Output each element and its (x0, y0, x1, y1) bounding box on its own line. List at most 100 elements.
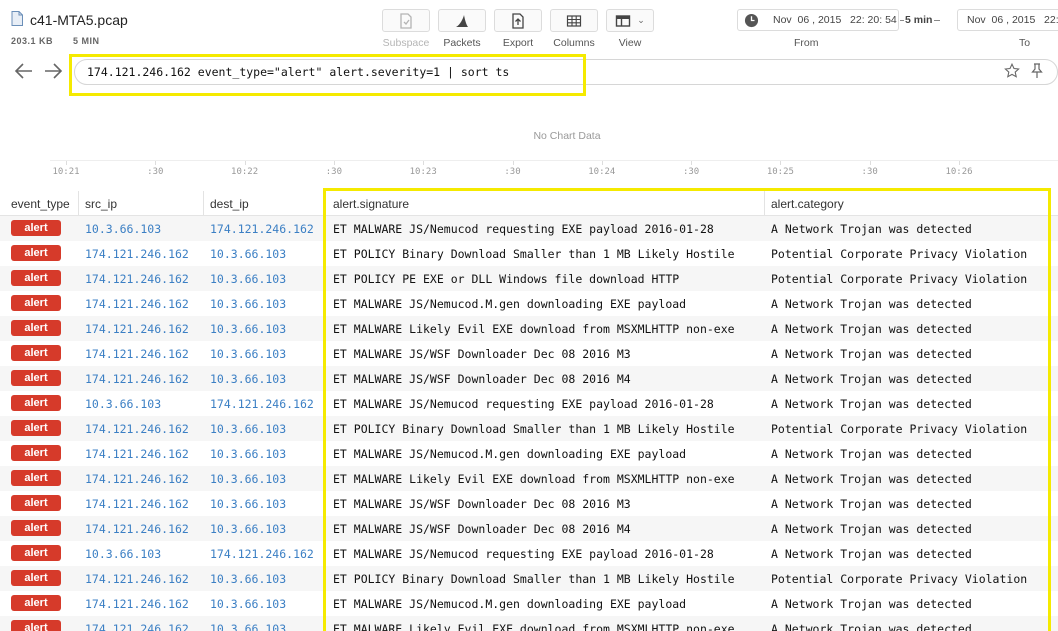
event-type-badge[interactable]: alert (11, 345, 61, 361)
file-size: 203.1 KB (11, 36, 54, 46)
to-time-picker[interactable]: Nov 06 , 2015 22: 25 (957, 9, 1058, 31)
src-ip-cell[interactable]: 174.121.246.162 (85, 247, 189, 261)
dest-ip-cell[interactable]: 10.3.66.103 (210, 297, 286, 311)
event-type-badge[interactable]: alert (11, 520, 61, 536)
axis-tick-mark (244, 161, 246, 165)
column-header-event-type[interactable]: event_type (11, 197, 70, 211)
back-arrow-icon[interactable] (14, 62, 34, 80)
from-time-picker[interactable]: Nov 06 , 2015 22: 20: 54 (737, 9, 899, 31)
column-header-src-ip[interactable]: src_ip (85, 197, 117, 211)
event-type-badge[interactable]: alert (11, 320, 61, 336)
src-ip-cell[interactable]: 174.121.246.162 (85, 597, 189, 611)
axis-tick-label: 10:25 (766, 167, 794, 177)
dest-ip-cell[interactable]: 10.3.66.103 (210, 522, 286, 536)
axis-tick-mark (333, 161, 335, 165)
file-meta: 203.1 KB 5 MIN (11, 36, 117, 46)
src-ip-cell[interactable]: 174.121.246.162 (85, 272, 189, 286)
axis-tick-label: :30 (504, 167, 521, 177)
event-type-badge[interactable]: alert (11, 445, 61, 461)
dest-ip-cell[interactable]: 10.3.66.103 (210, 347, 286, 361)
subspace-button[interactable] (382, 9, 430, 32)
dest-ip-cell[interactable]: 10.3.66.103 (210, 622, 286, 631)
src-ip-cell[interactable]: 10.3.66.103 (85, 397, 161, 411)
event-type-badge[interactable]: alert (11, 220, 61, 236)
src-ip-cell[interactable]: 174.121.246.162 (85, 447, 189, 461)
shark-fin-icon (456, 14, 468, 27)
pcap-file-icon (11, 11, 23, 26)
src-ip-cell[interactable]: 174.121.246.162 (85, 297, 189, 311)
search-highlight-box (69, 54, 586, 96)
star-icon[interactable] (1004, 63, 1020, 79)
event-type-badge[interactable]: alert (11, 295, 61, 311)
dest-ip-cell[interactable]: 10.3.66.103 (210, 272, 286, 286)
axis-tick-mark (66, 161, 67, 165)
src-ip-cell[interactable]: 10.3.66.103 (85, 222, 161, 236)
dest-ip-cell[interactable]: 10.3.66.103 (210, 497, 286, 511)
export-button[interactable] (494, 9, 542, 32)
columns-button[interactable] (550, 9, 598, 32)
forward-arrow-icon[interactable] (43, 62, 63, 80)
table-highlight-box (323, 188, 1051, 631)
export-icon (512, 12, 524, 29)
columns-icon (566, 14, 582, 27)
src-ip-cell[interactable]: 174.121.246.162 (85, 472, 189, 486)
event-type-badge[interactable]: alert (11, 470, 61, 486)
src-ip-cell[interactable]: 174.121.246.162 (85, 622, 189, 631)
src-ip-cell[interactable]: 174.121.246.162 (85, 322, 189, 336)
event-type-badge[interactable]: alert (11, 570, 61, 586)
view-layout-icon (616, 14, 631, 27)
pin-icon[interactable] (1030, 63, 1044, 79)
axis-tick-label: 10:24 (588, 167, 616, 177)
event-type-badge[interactable]: alert (11, 495, 61, 511)
event-type-badge[interactable]: alert (11, 370, 61, 386)
packets-button[interactable] (438, 9, 486, 32)
src-ip-cell[interactable]: 174.121.246.162 (85, 522, 189, 536)
src-ip-cell[interactable]: 174.121.246.162 (85, 572, 189, 586)
axis-tick-label: :30 (861, 167, 878, 177)
dest-ip-cell[interactable]: 174.121.246.162 (210, 547, 314, 561)
event-type-badge[interactable]: alert (11, 270, 61, 286)
dest-ip-cell[interactable]: 174.121.246.162 (210, 397, 314, 411)
column-header-dest-ip[interactable]: dest_ip (210, 197, 249, 211)
axis-tick-label: :30 (325, 167, 343, 177)
dest-ip-cell[interactable]: 10.3.66.103 (210, 572, 286, 586)
axis-tick-mark (423, 161, 425, 165)
event-type-badge[interactable]: alert (11, 245, 61, 261)
src-ip-cell[interactable]: 174.121.246.162 (85, 372, 189, 386)
src-ip-cell[interactable]: 174.121.246.162 (85, 347, 189, 361)
axis-tick-mark (512, 161, 514, 165)
to-time-value: Nov 06 , 2015 22: 25 (967, 14, 1058, 26)
axis-tick-label: 10:26 (945, 167, 973, 177)
dest-ip-cell[interactable]: 10.3.66.103 (210, 247, 286, 261)
dest-ip-cell[interactable]: 10.3.66.103 (210, 472, 286, 486)
from-time-value: Nov 06 , 2015 22: 20: 54 (773, 14, 897, 26)
event-type-badge[interactable]: alert (11, 395, 61, 411)
column-divider[interactable] (203, 191, 204, 215)
axis-tick-mark (869, 161, 871, 165)
event-type-badge[interactable]: alert (11, 620, 61, 631)
src-ip-cell[interactable]: 174.121.246.162 (85, 422, 189, 436)
to-label: To (1019, 37, 1031, 49)
event-type-badge[interactable]: alert (11, 595, 61, 611)
src-ip-cell[interactable]: 174.121.246.162 (85, 497, 189, 511)
view-label: View (618, 37, 642, 49)
event-type-badge[interactable]: alert (11, 420, 61, 436)
event-type-badge[interactable]: alert (11, 545, 61, 561)
dest-ip-cell[interactable]: 10.3.66.103 (210, 322, 286, 336)
axis-tick-label: 10:21 (52, 167, 80, 177)
dest-ip-cell[interactable]: 10.3.66.103 (210, 422, 286, 436)
dest-ip-cell[interactable]: 174.121.246.162 (210, 222, 314, 236)
time-axis: 10:21:30 10:22:30 10:23:30 10:24:30 10:25:30… (50, 160, 1058, 190)
dest-ip-cell[interactable]: 10.3.66.103 (210, 447, 286, 461)
dest-ip-cell[interactable]: 10.3.66.103 (210, 372, 286, 386)
chevron-down-icon: ⌄ (637, 15, 645, 25)
dest-ip-cell[interactable]: 10.3.66.103 (210, 597, 286, 611)
view-dropdown-button[interactable]: ⌄ (606, 9, 654, 32)
column-divider[interactable] (78, 191, 79, 215)
axis-tick-mark (155, 161, 157, 165)
no-chart-message: No Chart Data (533, 130, 601, 142)
axis-tick-mark (691, 161, 693, 165)
clock-icon (744, 13, 759, 27)
src-ip-cell[interactable]: 10.3.66.103 (85, 547, 161, 561)
axis-tick-label: 10:22 (231, 167, 259, 177)
